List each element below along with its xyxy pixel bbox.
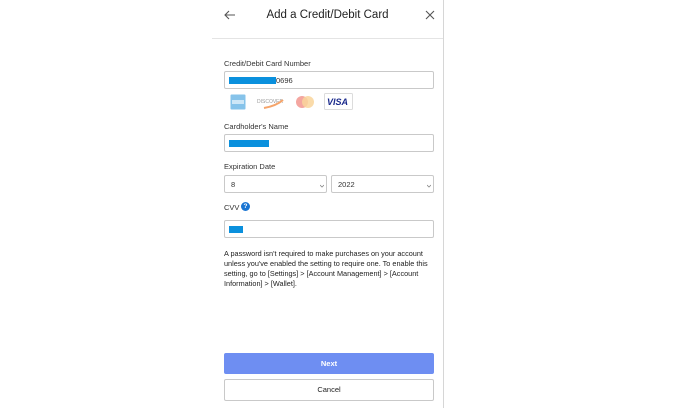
discover-icon: DISCOVER (256, 94, 284, 110)
dialog-title: Add a Credit/Debit Card (266, 9, 389, 21)
redacted-card-digits (229, 77, 276, 84)
cvv-input[interactable] (224, 220, 434, 238)
expiration-year-select[interactable]: 2022 (331, 175, 434, 193)
expiration-month-value: 8 (231, 180, 236, 189)
chevron-down-icon (426, 182, 432, 188)
cardholder-label: Cardholder's Name (224, 122, 289, 131)
chevron-down-icon (319, 182, 325, 188)
help-icon[interactable]: ? (241, 202, 250, 211)
cvv-label: CVV (224, 203, 240, 212)
expiration-year-value: 2022 (338, 180, 355, 189)
close-icon[interactable] (422, 7, 438, 23)
expiration-month-select[interactable]: 8 (224, 175, 327, 193)
dialog-header: Add a Credit/Debit Card (212, 0, 443, 39)
svg-text:VISA: VISA (327, 97, 348, 107)
mastercard-icon (294, 94, 316, 110)
next-button[interactable]: Next (224, 353, 434, 374)
visa-icon: VISA (324, 93, 353, 110)
amex-icon (230, 94, 246, 110)
card-number-label: Credit/Debit Card Number (224, 59, 311, 68)
cardholder-input[interactable] (224, 134, 434, 152)
card-number-suffix: 0696 (276, 76, 293, 85)
cancel-button[interactable]: Cancel (224, 379, 434, 401)
expiration-label: Expiration Date (224, 162, 276, 171)
card-number-input[interactable]: 0696 (224, 71, 434, 89)
add-card-panel: Add a Credit/Debit Card Credit/Debit Car… (212, 0, 444, 408)
redacted-cardholder-name (229, 140, 269, 147)
password-info-text: A password isn't required to make purcha… (224, 249, 428, 288)
redacted-cvv (229, 226, 243, 233)
